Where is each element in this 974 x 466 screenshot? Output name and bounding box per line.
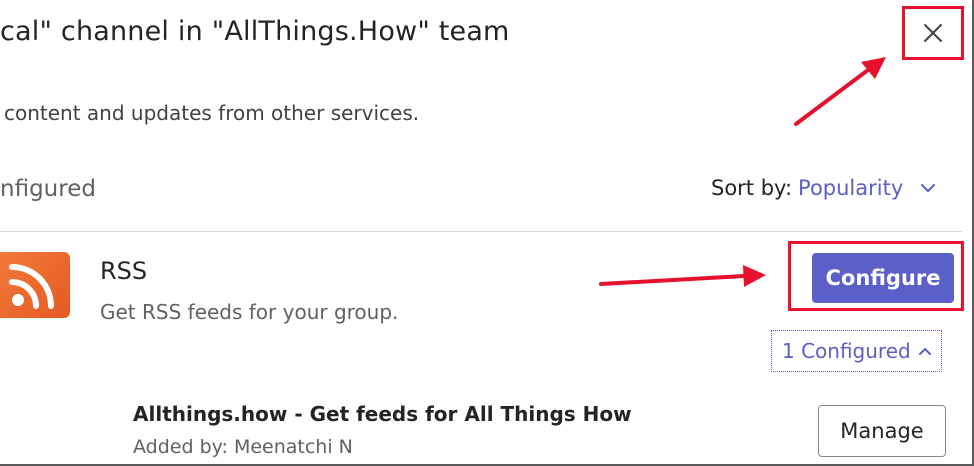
configured-toggle-label: 1 Configured bbox=[782, 339, 911, 363]
dialog-title: cal" channel in "AllThings.How" team bbox=[0, 16, 510, 47]
configured-item-name: Allthings.how - Get feeds for All Things… bbox=[133, 402, 632, 426]
configure-button[interactable]: Configure bbox=[812, 253, 954, 303]
close-button[interactable] bbox=[902, 6, 964, 60]
rss-icon bbox=[0, 252, 70, 318]
dialog-frame bbox=[0, 0, 974, 466]
configured-toggle[interactable]: 1 Configured bbox=[771, 330, 942, 372]
section-title: nfigured bbox=[0, 176, 96, 202]
app-description: Get RSS feeds for your group. bbox=[100, 300, 399, 324]
sort-value: Popularity bbox=[798, 176, 904, 200]
configured-item-added-by: Added by: Meenatchi N bbox=[133, 436, 353, 458]
sort-label: Sort by: bbox=[711, 176, 793, 200]
close-icon bbox=[924, 24, 942, 42]
sort-dropdown[interactable]: Sort by: Popularity bbox=[711, 176, 936, 200]
dialog-subtitle: content and updates from other services. bbox=[4, 101, 420, 125]
chevron-down-icon bbox=[921, 183, 936, 193]
app-name: RSS bbox=[100, 257, 148, 285]
chevron-up-icon bbox=[918, 347, 931, 355]
manage-button[interactable]: Manage bbox=[818, 405, 946, 457]
list-divider bbox=[0, 231, 962, 232]
